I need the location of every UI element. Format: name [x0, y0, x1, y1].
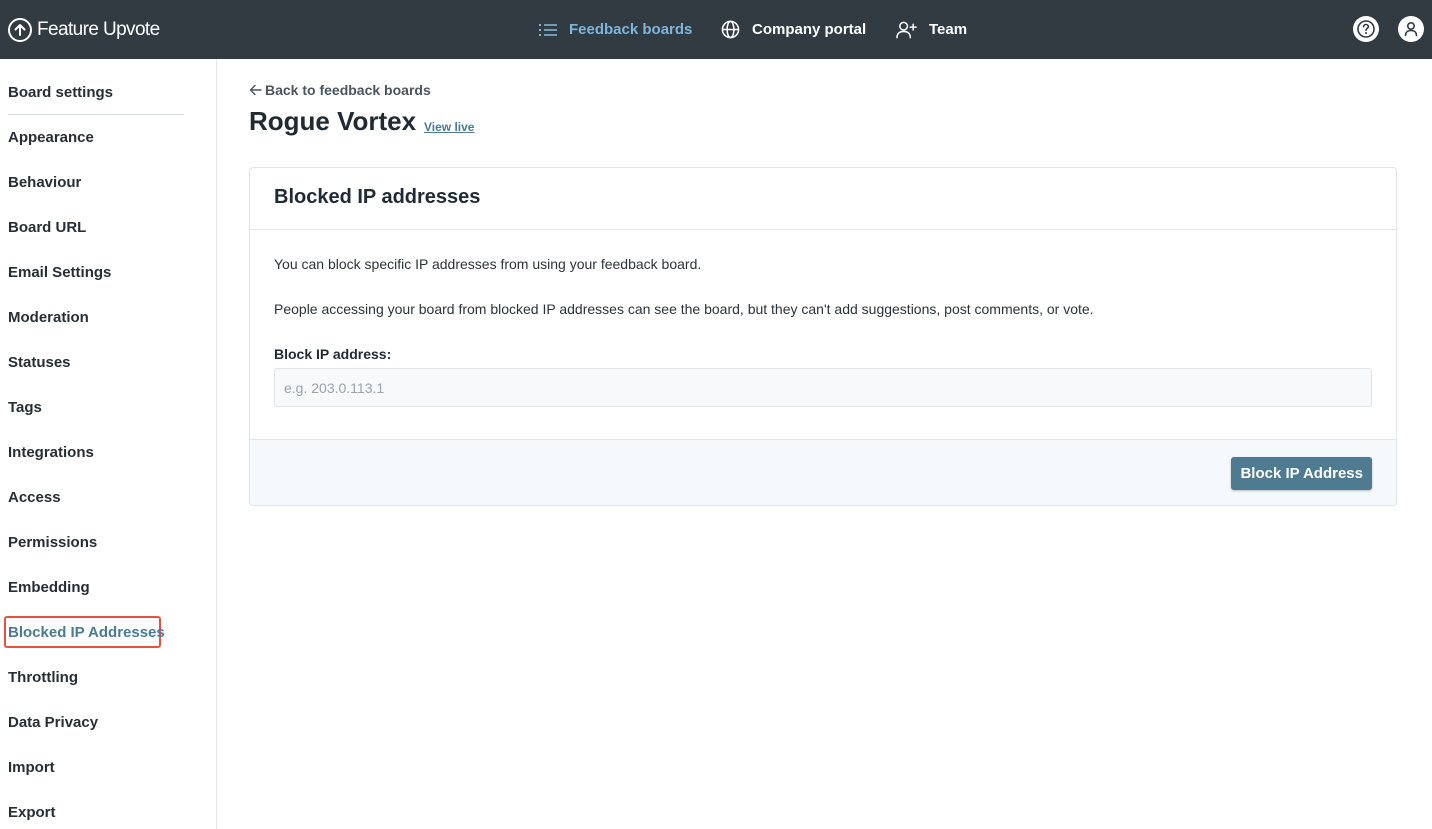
nav-company-portal-label: Company portal: [752, 21, 867, 38]
settings-sidebar: Board settings Appearance Behaviour Boar…: [0, 59, 217, 829]
sidebar-heading-board-settings: Board settings: [8, 84, 114, 101]
sidebar-divider: [8, 114, 184, 115]
arrow-left-icon: [249, 84, 262, 96]
brand-name: Feature Upvote: [37, 19, 160, 40]
sidebar-item-moderation[interactable]: Moderation: [8, 308, 89, 328]
nav-team[interactable]: Team: [896, 0, 967, 59]
sidebar-item-behaviour[interactable]: Behaviour: [8, 173, 81, 193]
sidebar-item-tags[interactable]: Tags: [8, 398, 42, 418]
panel-footer: Block IP Address: [250, 439, 1396, 505]
sidebar-item-import[interactable]: Import: [8, 758, 55, 778]
sidebar-item-throttling[interactable]: Throttling: [8, 668, 78, 688]
list-icon: [539, 23, 557, 36]
view-live-link[interactable]: View live: [424, 120, 474, 134]
help-icon: [1357, 20, 1375, 38]
top-bar: Feature Upvote Feedback boards Company p…: [0, 0, 1432, 59]
user-icon: [1404, 21, 1418, 37]
nav-feedback-boards-label: Feedback boards: [569, 21, 693, 38]
block-ip-address-button[interactable]: Block IP Address: [1231, 457, 1372, 490]
sidebar-item-statuses[interactable]: Statuses: [8, 353, 71, 373]
sidebar-item-appearance[interactable]: Appearance: [8, 128, 94, 148]
back-link-label: Back to feedback boards: [265, 82, 431, 98]
panel-header: Blocked IP addresses: [250, 168, 1396, 230]
nav-feedback-boards[interactable]: Feedback boards: [539, 0, 692, 59]
sidebar-item-access[interactable]: Access: [8, 488, 61, 508]
blocked-ip-panel: Blocked IP addresses You can block speci…: [249, 167, 1397, 506]
sidebar-item-export[interactable]: Export: [8, 803, 56, 823]
add-user-icon: [896, 21, 917, 38]
arrow-up-circle-icon: [8, 18, 32, 42]
user-menu-button[interactable]: [1398, 16, 1424, 42]
block-ip-label: Block IP address:: [274, 346, 392, 362]
sidebar-item-integrations[interactable]: Integrations: [8, 443, 94, 463]
sidebar-item-permissions[interactable]: Permissions: [8, 533, 97, 553]
panel-description-detail: People accessing your board from blocked…: [274, 301, 1094, 317]
brand-logo[interactable]: Feature Upvote: [8, 17, 160, 43]
globe-icon: [721, 20, 740, 39]
sidebar-item-blocked-ip-addresses[interactable]: Blocked IP Addresses: [8, 623, 165, 643]
panel-title: Blocked IP addresses: [274, 186, 481, 208]
board-title: Rogue Vortex: [249, 106, 417, 136]
help-button[interactable]: [1353, 16, 1379, 42]
sidebar-item-data-privacy[interactable]: Data Privacy: [8, 713, 98, 733]
sidebar-item-embedding[interactable]: Embedding: [8, 578, 90, 598]
sidebar-item-board-url[interactable]: Board URL: [8, 218, 86, 238]
nav-company-portal[interactable]: Company portal: [721, 0, 866, 59]
panel-description: You can block specific IP addresses from…: [274, 256, 702, 272]
sidebar-item-email-settings[interactable]: Email Settings: [8, 263, 111, 283]
back-to-feedback-boards-link[interactable]: Back to feedback boards: [249, 82, 431, 98]
block-ip-input[interactable]: [274, 368, 1372, 407]
nav-team-label: Team: [929, 21, 968, 38]
